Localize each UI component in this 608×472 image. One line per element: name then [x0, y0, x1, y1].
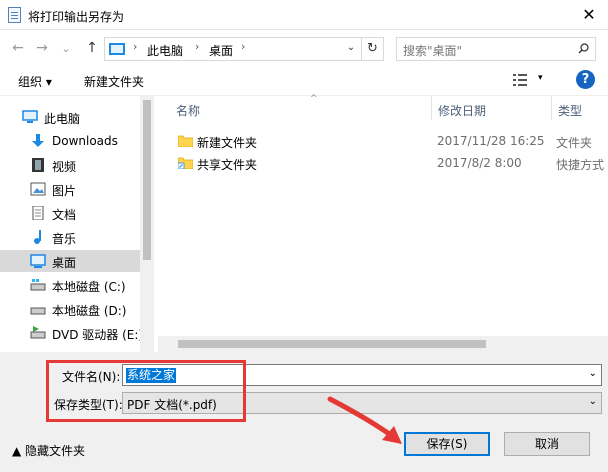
- sidebar-item-label: DVD 驱动器 (E:): [52, 328, 144, 342]
- download-icon: [32, 134, 44, 147]
- filename-dropdown-button[interactable]: ⌄: [589, 368, 597, 379]
- recent-locations-button[interactable]: ⌄: [58, 42, 74, 55]
- search-placeholder: 搜索"桌面": [403, 44, 463, 58]
- file-date: 2017/8/2 8:00: [437, 156, 522, 170]
- pc-icon: [109, 43, 125, 55]
- desktop-icon: [30, 254, 46, 268]
- dvd-icon: [30, 326, 46, 339]
- navigation-pane: 此电脑 Downloads 视频 图片 文档 音乐 桌面 本地磁盘 (C:) 本…: [0, 96, 154, 352]
- hide-folders-button[interactable]: ▲ 隐藏文件夹: [12, 442, 85, 459]
- forward-button[interactable]: →: [34, 40, 50, 56]
- breadcrumb-separator[interactable]: ›: [241, 40, 245, 53]
- file-name: 新建文件夹: [197, 136, 258, 150]
- sidebar-item-label: 图片: [52, 184, 77, 198]
- filetype-dropdown-icon[interactable]: ⌄: [589, 396, 597, 407]
- breadcrumb-desktop[interactable]: 桌面: [209, 42, 233, 59]
- folder-icon: [178, 135, 193, 147]
- document-icon: [32, 206, 44, 220]
- column-header-date[interactable]: 修改日期: [432, 96, 552, 120]
- sidebar-item-label: 桌面: [52, 256, 77, 270]
- column-header-label: 修改日期: [438, 104, 487, 118]
- column-header-type[interactable]: 类型: [552, 96, 608, 120]
- help-icon[interactable]: ?: [576, 70, 595, 89]
- file-type: 快捷方式: [556, 158, 605, 172]
- sidebar-item-this-pc[interactable]: 此电脑: [0, 106, 140, 128]
- file-date: 2017/11/28 16:25: [437, 134, 545, 148]
- sidebar-item-drive-c[interactable]: 本地磁盘 (C:): [0, 274, 140, 296]
- annotation-highlight-box: [46, 360, 246, 422]
- drive-icon: [30, 279, 46, 291]
- shortcut-folder-icon: [178, 157, 193, 169]
- file-row[interactable]: 新建文件夹 2017/11/28 16:25 文件夹: [158, 130, 608, 152]
- search-icon[interactable]: [578, 43, 589, 54]
- column-header-label: 名称: [176, 104, 201, 118]
- sidebar-item-videos[interactable]: 视频: [0, 154, 140, 176]
- close-button[interactable]: ✕: [570, 0, 608, 30]
- file-name: 共享文件夹: [197, 158, 258, 172]
- window-title: 将打印输出另存为: [28, 10, 125, 24]
- refresh-button[interactable]: ↻: [361, 38, 383, 60]
- sidebar-item-label: 本地磁盘 (C:): [52, 280, 126, 294]
- sidebar-item-label: 视频: [52, 160, 77, 174]
- new-folder-button[interactable]: 新建文件夹: [84, 73, 144, 90]
- scrollbar-thumb[interactable]: [143, 100, 151, 260]
- sidebar-item-label: 音乐: [52, 232, 77, 246]
- sidebar-item-documents[interactable]: 文档: [0, 202, 140, 224]
- music-icon: [34, 230, 41, 244]
- sidebar-item-label: 文档: [52, 208, 77, 222]
- address-dropdown-button[interactable]: ⌄: [343, 42, 359, 53]
- file-type: 文件夹: [556, 136, 593, 150]
- column-header-name[interactable]: 名称 ^: [170, 94, 432, 120]
- breadcrumb-this-pc[interactable]: 此电脑: [147, 42, 183, 59]
- file-row[interactable]: 共享文件夹 2017/8/2 8:00 快捷方式: [158, 152, 608, 174]
- picture-icon: [30, 182, 46, 196]
- sidebar-item-music[interactable]: 音乐: [0, 226, 140, 248]
- file-list: 名称 ^ 修改日期 类型 新建文件夹 2017/11/28 16:25 文件夹 …: [158, 94, 608, 352]
- scrollbar-thumb[interactable]: [178, 340, 486, 348]
- video-icon: [32, 158, 44, 172]
- sidebar-item-downloads[interactable]: Downloads: [0, 130, 140, 152]
- up-button[interactable]: ↑: [84, 40, 100, 56]
- view-options-icon[interactable]: [513, 74, 527, 86]
- view-dropdown-button[interactable]: ▾: [538, 73, 543, 83]
- sort-ascending-icon: ^: [310, 94, 318, 104]
- title-bar: 将打印输出另存为 ✕: [0, 0, 608, 30]
- sidebar-item-dvd-drive[interactable]: DVD 驱动器 (E:): [0, 322, 144, 344]
- notepad-icon: [8, 7, 21, 23]
- column-header-label: 类型: [558, 104, 583, 118]
- cancel-button[interactable]: 取消: [504, 432, 590, 456]
- address-bar[interactable]: › 此电脑 › 桌面 › ⌄ ↻: [104, 37, 384, 61]
- pc-icon: [22, 110, 38, 123]
- save-button[interactable]: 保存(S): [404, 432, 490, 456]
- back-button[interactable]: ←: [10, 40, 26, 56]
- drive-icon: [30, 307, 46, 315]
- file-list-horizontal-scrollbar[interactable]: [158, 336, 608, 352]
- command-bar: 组织 ▾ 新建文件夹 ▾ ?: [0, 66, 608, 96]
- sidebar-scrollbar[interactable]: [140, 96, 154, 352]
- navigation-bar: ← → ⌄ ↑ › 此电脑 › 桌面 › ⌄ ↻ 搜索"桌面": [0, 30, 608, 66]
- sidebar-item-label: 本地磁盘 (D:): [52, 304, 127, 318]
- search-input[interactable]: 搜索"桌面": [396, 37, 596, 61]
- sidebar-item-desktop[interactable]: 桌面: [0, 250, 140, 272]
- sidebar-item-label: 此电脑: [44, 112, 81, 126]
- breadcrumb-separator[interactable]: ›: [195, 40, 199, 53]
- sidebar-item-pictures[interactable]: 图片: [0, 178, 140, 200]
- sidebar-item-label: Downloads: [52, 134, 118, 148]
- organize-button[interactable]: 组织 ▾: [18, 73, 52, 90]
- sidebar-item-drive-d[interactable]: 本地磁盘 (D:): [0, 298, 140, 320]
- breadcrumb-separator[interactable]: ›: [133, 40, 137, 53]
